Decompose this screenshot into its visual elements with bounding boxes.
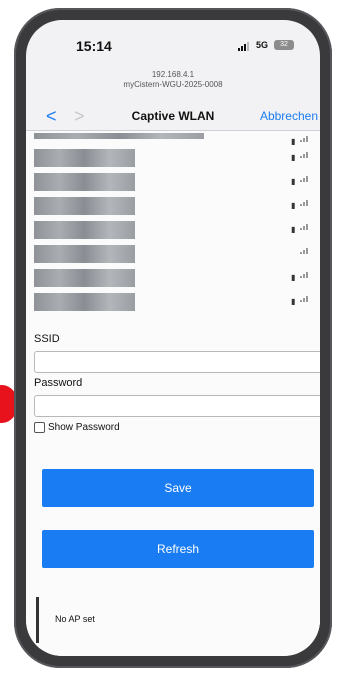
network-type: 5G bbox=[256, 40, 269, 50]
wifi-signal-icon bbox=[300, 224, 308, 230]
network-name-blurred bbox=[34, 133, 204, 139]
wifi-signal-icon bbox=[300, 152, 308, 158]
network-row[interactable]: ▮ bbox=[34, 293, 312, 311]
show-password-checkbox[interactable] bbox=[34, 422, 45, 433]
network-name-blurred bbox=[34, 173, 135, 191]
network-name-blurred bbox=[34, 245, 135, 263]
show-password-label: Show Password bbox=[48, 422, 120, 433]
wifi-signal-icon bbox=[300, 136, 308, 142]
ssid-input[interactable] bbox=[34, 351, 320, 373]
battery-icon: 32 bbox=[274, 40, 294, 50]
address-bar-host: myCistern-WGU-2025-0008 bbox=[123, 80, 223, 89]
lock-icon: ▮ bbox=[291, 297, 296, 306]
lock-icon: ▮ bbox=[291, 137, 296, 146]
network-name-blurred bbox=[34, 269, 135, 287]
password-input[interactable] bbox=[34, 395, 320, 417]
wifi-signal-icon bbox=[300, 272, 308, 278]
wifi-signal-icon bbox=[300, 176, 308, 182]
lock-icon: ▮ bbox=[291, 201, 296, 210]
ssid-label: SSID bbox=[34, 333, 60, 345]
phone-screen: 15:14 5G 32 192.168.4.1 myCistern-WGU-20… bbox=[26, 20, 320, 656]
status-time: 15:14 bbox=[76, 38, 112, 54]
password-label: Password bbox=[34, 377, 83, 389]
network-row[interactable]: ▮ bbox=[34, 197, 312, 215]
wifi-signal-icon bbox=[300, 200, 308, 206]
network-name-blurred bbox=[34, 197, 135, 215]
address-bar-ip[interactable]: 192.168.4.1 bbox=[26, 70, 320, 79]
network-row[interactable]: ▮ bbox=[34, 269, 312, 287]
cell-signal-icon bbox=[238, 42, 249, 51]
network-row[interactable]: ▮ bbox=[34, 173, 312, 191]
save-button[interactable]: Save bbox=[42, 469, 314, 507]
network-row[interactable] bbox=[34, 245, 312, 263]
network-name-blurred bbox=[34, 149, 135, 167]
refresh-button[interactable]: Refresh bbox=[42, 530, 314, 568]
phone-frame: 15:14 5G 32 192.168.4.1 myCistern-WGU-20… bbox=[14, 8, 332, 668]
lock-icon: ▮ bbox=[291, 177, 296, 186]
wifi-signal-icon bbox=[300, 296, 308, 302]
lock-icon: ▮ bbox=[291, 225, 296, 234]
network-row[interactable]: ▮ bbox=[34, 149, 312, 167]
captive-nav-bar: < > Captive WLAN Abbrechen bbox=[26, 106, 320, 128]
lock-icon: ▮ bbox=[291, 153, 296, 162]
status-panel: No AP set bbox=[36, 597, 320, 643]
status-bar: 15:14 5G 32 bbox=[26, 20, 320, 60]
cancel-button[interactable]: Abbrechen bbox=[260, 109, 318, 123]
network-name-blurred bbox=[34, 221, 135, 239]
status-message: No AP set bbox=[55, 614, 95, 624]
lock-icon: ▮ bbox=[291, 273, 296, 282]
show-password-toggle[interactable]: Show Password bbox=[34, 422, 120, 433]
network-name-blurred bbox=[34, 293, 135, 311]
wifi-signal-icon bbox=[300, 248, 308, 254]
network-row[interactable]: ▮ bbox=[34, 221, 312, 239]
